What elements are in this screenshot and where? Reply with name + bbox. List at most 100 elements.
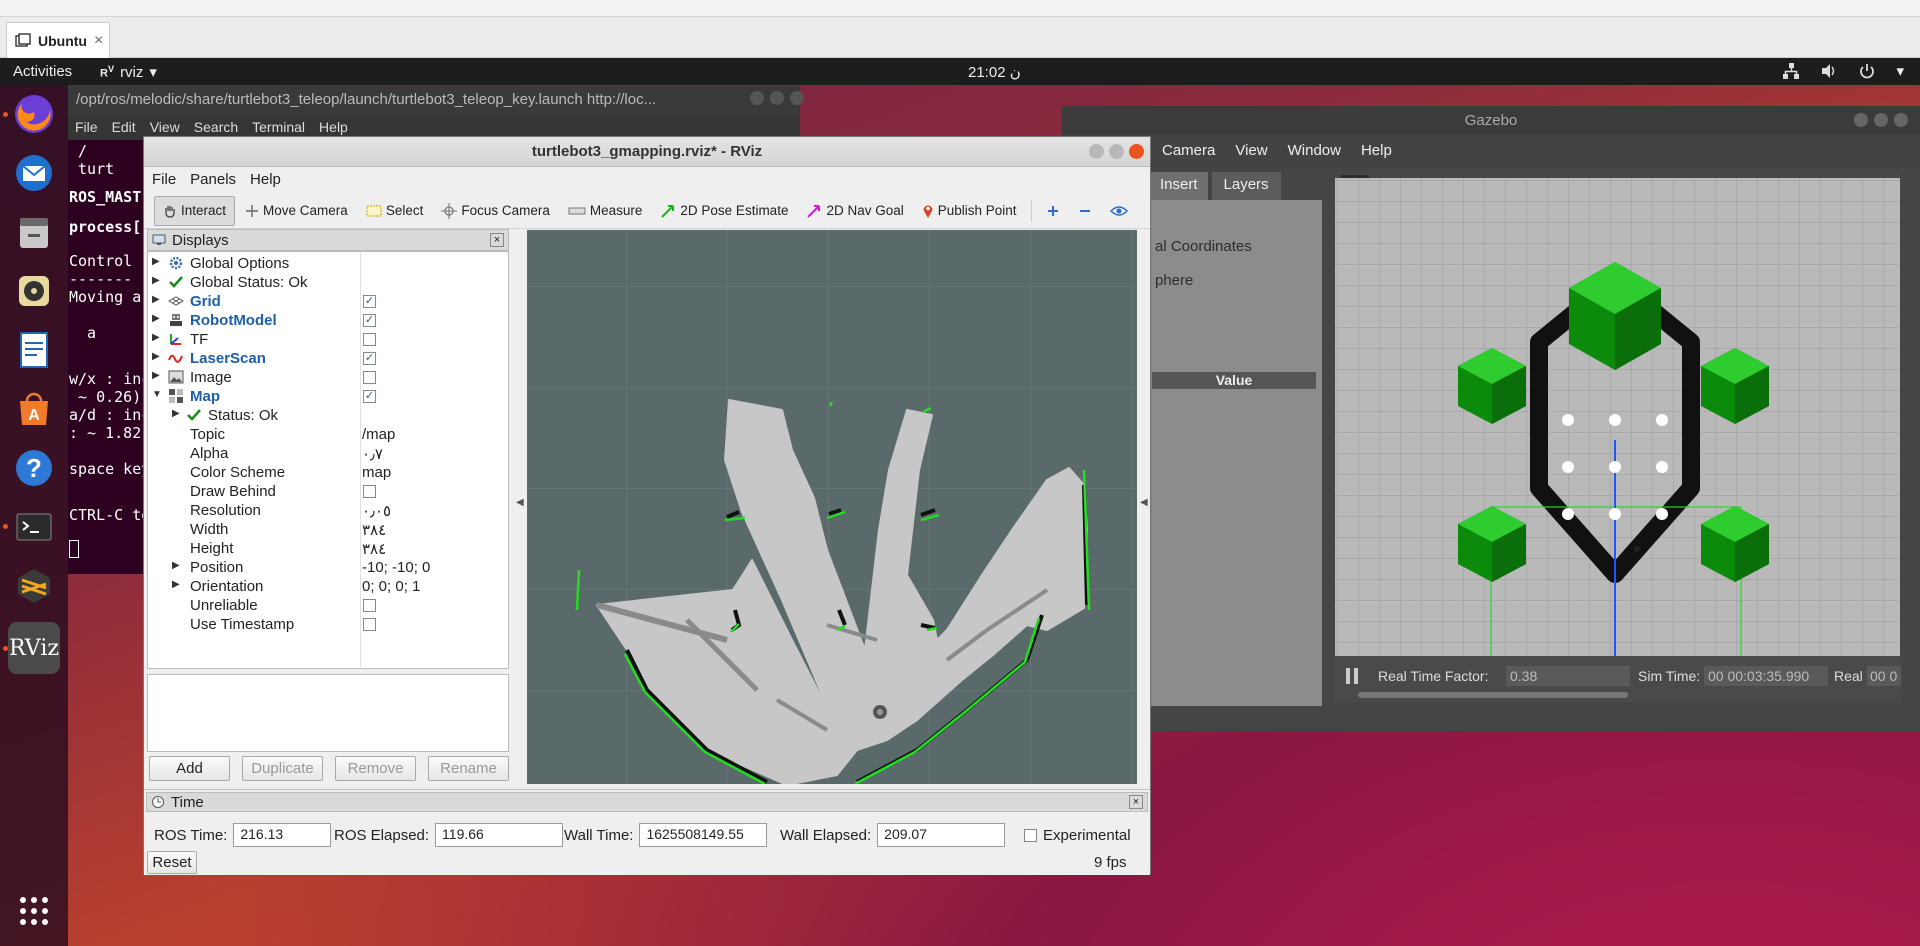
tree-row-draw-behind[interactable]: Draw Behind xyxy=(148,482,508,501)
tree-row-orientation[interactable]: ▶ Orientation 0; 0; 0; 1 xyxy=(148,577,508,596)
tf-checkbox[interactable] xyxy=(363,333,376,346)
collapse-arrow-icon[interactable]: ▼ xyxy=(152,389,162,400)
pose-estimate-tool-button[interactable]: 2D Pose Estimate xyxy=(652,196,796,226)
gazebo-menu-help[interactable]: Help xyxy=(1361,142,1392,167)
view-tool-button[interactable] xyxy=(1102,196,1136,226)
interact-tool-button[interactable]: Interact xyxy=(154,195,236,226)
ros-time-input[interactable]: 216.13 xyxy=(233,823,332,847)
terminal-icon[interactable] xyxy=(8,501,60,553)
map-checkbox[interactable]: ✓ xyxy=(363,390,376,403)
terminal-menu-help[interactable]: Help xyxy=(319,119,348,137)
tree-row-value[interactable]: ٣٨٤ xyxy=(362,521,386,539)
laserscan-checkbox[interactable]: ✓ xyxy=(363,352,376,365)
add-tool-button[interactable] xyxy=(1038,196,1068,226)
help-icon[interactable]: ? xyxy=(8,442,60,494)
terminal-text[interactable]: / turt ROS_MAST process[ Control -------… xyxy=(69,142,150,574)
tree-row-grid[interactable]: ▶ Grid ✓ xyxy=(148,292,508,311)
tree-row-width[interactable]: Width ٣٨٤ xyxy=(148,520,508,539)
expand-arrow-icon[interactable]: ▶ xyxy=(172,560,180,571)
writer-icon[interactable] xyxy=(8,324,60,376)
tree-row-value[interactable]: ٠٫٠٥ xyxy=(362,502,391,520)
files-icon[interactable] xyxy=(8,206,60,258)
activities-button[interactable]: Activities xyxy=(13,63,72,80)
tree-column-divider[interactable] xyxy=(360,251,361,669)
close-icon[interactable] xyxy=(1129,144,1144,159)
tree-row-topic[interactable]: Topic/map xyxy=(148,425,508,444)
minimize-icon[interactable] xyxy=(750,91,764,105)
tree-row-value[interactable]: map xyxy=(362,464,391,481)
expand-arrow-icon[interactable]: ▶ xyxy=(152,351,160,362)
sublime-icon[interactable] xyxy=(8,560,60,612)
clock[interactable]: 21:02 ن xyxy=(968,63,1021,81)
app-menu[interactable]: RV rviz ▾ xyxy=(100,63,157,82)
host-tab-ubuntu[interactable]: Ubuntu × xyxy=(6,22,110,58)
maximize-icon[interactable] xyxy=(770,91,784,105)
tree-row-use-timestamp[interactable]: Use Timestamp xyxy=(148,615,508,634)
expand-arrow-icon[interactable]: ▶ xyxy=(152,294,160,305)
tree-row-map[interactable]: ▼ Map ✓ xyxy=(148,387,508,406)
pause-icon[interactable] xyxy=(1346,668,1350,684)
expand-arrow-icon[interactable]: ▶ xyxy=(172,579,180,590)
maximize-icon[interactable] xyxy=(1109,144,1124,159)
image-checkbox[interactable] xyxy=(363,371,376,384)
collapse-left-arrow-icon[interactable]: ◀ xyxy=(516,497,524,508)
experimental-checkbox[interactable] xyxy=(1024,828,1037,842)
collapse-right-arrow-icon[interactable]: ◀ xyxy=(1140,497,1148,508)
move-camera-tool-button[interactable]: Move Camera xyxy=(237,196,356,226)
gazebo-left-item[interactable]: al Coordinates xyxy=(1155,238,1252,255)
remove-display-button[interactable]: Remove xyxy=(335,756,416,781)
tree-row-robotmodel[interactable]: ▶ RobotModel ✓ xyxy=(148,311,508,330)
gazebo-scrollbar[interactable] xyxy=(1358,692,1628,698)
tree-row-value[interactable]: -10; -10; 0 xyxy=(362,559,430,576)
unreliable-checkbox[interactable] xyxy=(363,599,376,612)
measure-tool-button[interactable]: Measure xyxy=(560,196,651,226)
close-icon[interactable] xyxy=(1894,113,1908,127)
pause-icon[interactable] xyxy=(1354,668,1358,684)
app-grid-icon[interactable] xyxy=(8,885,60,937)
tab-insert[interactable]: Insert xyxy=(1150,172,1208,200)
tree-row-map-status[interactable]: ▶ Status: Ok xyxy=(148,406,508,425)
wall-time-input[interactable]: 1625508149.55 xyxy=(639,823,768,847)
expand-arrow-icon[interactable]: ▶ xyxy=(152,256,160,267)
grid-checkbox[interactable]: ✓ xyxy=(363,295,376,308)
tree-row-resolution[interactable]: Resolution ٠٫٠٥ xyxy=(148,501,508,520)
rviz-icon[interactable]: RViz xyxy=(8,622,60,674)
tree-row-value[interactable]: ٣٨٤ xyxy=(362,540,386,558)
rviz-menu-help[interactable]: Help xyxy=(250,171,281,189)
terminal-menu-terminal[interactable]: Terminal xyxy=(252,119,305,137)
tree-row-value[interactable]: /map xyxy=(362,426,395,443)
draw-behind-checkbox[interactable] xyxy=(363,485,376,498)
system-tray[interactable]: ▾ xyxy=(1782,62,1904,80)
duplicate-display-button[interactable]: Duplicate xyxy=(242,756,323,781)
publish-point-tool-button[interactable]: Publish Point xyxy=(914,196,1025,226)
remove-tool-button[interactable] xyxy=(1070,196,1100,226)
terminal-menu-edit[interactable]: Edit xyxy=(112,119,136,137)
software-icon[interactable]: A xyxy=(8,383,60,435)
tree-row-value[interactable]: 0; 0; 0; 1 xyxy=(362,578,420,595)
close-icon[interactable]: × xyxy=(490,233,504,247)
displays-tree[interactable]: ▶ Global Options ▶ Global Status: Ok ▶ G… xyxy=(147,251,509,669)
gazebo-menu-window[interactable]: Window xyxy=(1288,142,1341,167)
expand-arrow-icon[interactable]: ▶ xyxy=(152,370,160,381)
tab-layers[interactable]: Layers xyxy=(1211,172,1281,200)
expand-arrow-icon[interactable]: ▶ xyxy=(152,275,160,286)
expand-arrow-icon[interactable]: ▶ xyxy=(152,313,160,324)
expand-arrow-icon[interactable]: ▶ xyxy=(172,408,180,419)
expand-arrow-icon[interactable]: ▶ xyxy=(152,332,160,343)
tree-row-unreliable[interactable]: Unreliable xyxy=(148,596,508,615)
close-icon[interactable] xyxy=(790,91,804,105)
tree-row-laserscan[interactable]: ▶ LaserScan ✓ xyxy=(148,349,508,368)
tree-row-alpha[interactable]: Alpha ٠٫٧ xyxy=(148,444,508,463)
rviz-menu-panels[interactable]: Panels xyxy=(190,171,236,189)
reset-button[interactable]: Reset xyxy=(147,851,197,874)
gazebo-left-item[interactable]: phere xyxy=(1155,272,1193,289)
firefox-icon[interactable] xyxy=(8,88,60,140)
tree-row-global-status[interactable]: ▶ Global Status: Ok xyxy=(148,273,508,292)
terminal-menu-view[interactable]: View xyxy=(150,119,180,137)
rename-display-button[interactable]: Rename xyxy=(428,756,509,781)
rviz-window[interactable]: turtlebot3_gmapping.rviz* - RViz File Pa… xyxy=(143,136,1151,875)
use-timestamp-checkbox[interactable] xyxy=(363,618,376,631)
gazebo-menu-view[interactable]: View xyxy=(1235,142,1267,167)
ros-elapsed-input[interactable]: 119.66 xyxy=(435,823,564,847)
rhythmbox-icon[interactable] xyxy=(8,265,60,317)
